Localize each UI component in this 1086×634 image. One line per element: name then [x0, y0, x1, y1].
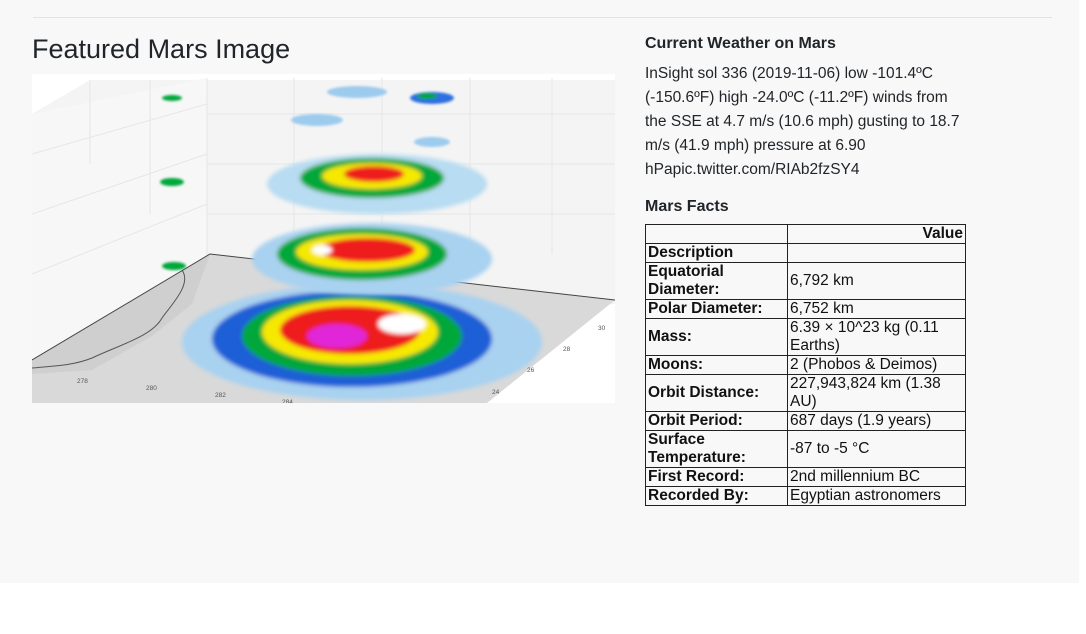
featured-image-title: Featured Mars Image [32, 34, 291, 64]
facts-description-row: Description [645, 243, 966, 263]
facts-header-empty [645, 224, 788, 244]
x-tick-282: 282 [215, 392, 226, 399]
table-row: Polar Diameter: 6,752 km [645, 299, 966, 319]
y-tick-26: 26 [527, 367, 535, 374]
fact-label: Polar Diameter: [645, 299, 788, 319]
fact-value: 6,792 km [787, 262, 966, 300]
top-divider [33, 17, 1052, 18]
right-edge-strip [1079, 0, 1086, 583]
x-tick-278: 278 [77, 378, 88, 385]
fact-label: Moons: [645, 355, 788, 375]
table-row: Surface Temperature: -87 to -5 °C [645, 430, 966, 468]
fact-label: Equatorial Diameter: [645, 262, 788, 300]
table-row: Orbit Distance: 227,943,824 km (1.38 AU) [645, 374, 966, 412]
weather-heading: Current Weather on Mars [645, 35, 836, 52]
facts-description-empty [787, 243, 966, 263]
facts-header-row: Value [645, 224, 966, 244]
table-row: Recorded By: Egyptian astronomers [645, 486, 966, 506]
fact-label: Mass: [645, 318, 788, 356]
mars-facts-table: Value Description Equatorial Diameter: 6… [645, 224, 966, 506]
fact-value: 2nd millennium BC [787, 467, 966, 487]
facts-heading: Mars Facts [645, 198, 729, 215]
x-tick-284: 284 [282, 399, 293, 403]
fact-value: 6,752 km [787, 299, 966, 319]
fact-label: First Record: [645, 467, 788, 487]
y-tick-24: 24 [492, 389, 500, 396]
weather-report: InSight sol 336 (2019-11-06) low -101.4º… [645, 65, 960, 178]
featured-image-graphic: 278 280 282 284 24 26 28 30 [32, 78, 615, 403]
y-tick-28: 28 [563, 346, 571, 353]
table-row: Moons: 2 (Phobos & Deimos) [645, 355, 966, 375]
fact-value: 6.39 × 10^23 kg (0.11 Earths) [787, 318, 966, 356]
table-row: Orbit Period: 687 days (1.9 years) [645, 411, 966, 431]
table-row: First Record: 2nd millennium BC [645, 467, 966, 487]
fact-value: -87 to -5 °C [787, 430, 966, 468]
facts-header-value: Value [787, 224, 966, 244]
featured-mars-image[interactable]: 278 280 282 284 24 26 28 30 [32, 74, 615, 403]
fact-value: 2 (Phobos & Deimos) [787, 355, 966, 375]
table-row: Equatorial Diameter: 6,792 km [645, 262, 966, 300]
table-row: Mass: 6.39 × 10^23 kg (0.11 Earths) [645, 318, 966, 356]
y-tick-30: 30 [598, 325, 606, 332]
fact-label: Recorded By: [645, 486, 788, 506]
fact-value: 687 days (1.9 years) [787, 411, 966, 431]
x-tick-280: 280 [146, 385, 157, 392]
fact-label: Orbit Period: [645, 411, 788, 431]
fact-label: Surface Temperature: [645, 430, 788, 468]
fact-value: 227,943,824 km (1.38 AU) [787, 374, 966, 412]
fact-label: Orbit Distance: [645, 374, 788, 412]
facts-header-description: Description [645, 243, 788, 263]
fact-value: Egyptian astronomers [787, 486, 966, 506]
